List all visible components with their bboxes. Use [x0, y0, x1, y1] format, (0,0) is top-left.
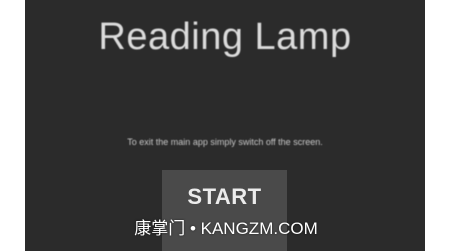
app-title: Reading Lamp: [98, 16, 352, 58]
start-button[interactable]: START: [162, 170, 287, 251]
exit-instructions: To exit the main app simply switch off t…: [127, 137, 323, 147]
app-screen: Reading Lamp To exit the main app simply…: [25, 0, 425, 251]
